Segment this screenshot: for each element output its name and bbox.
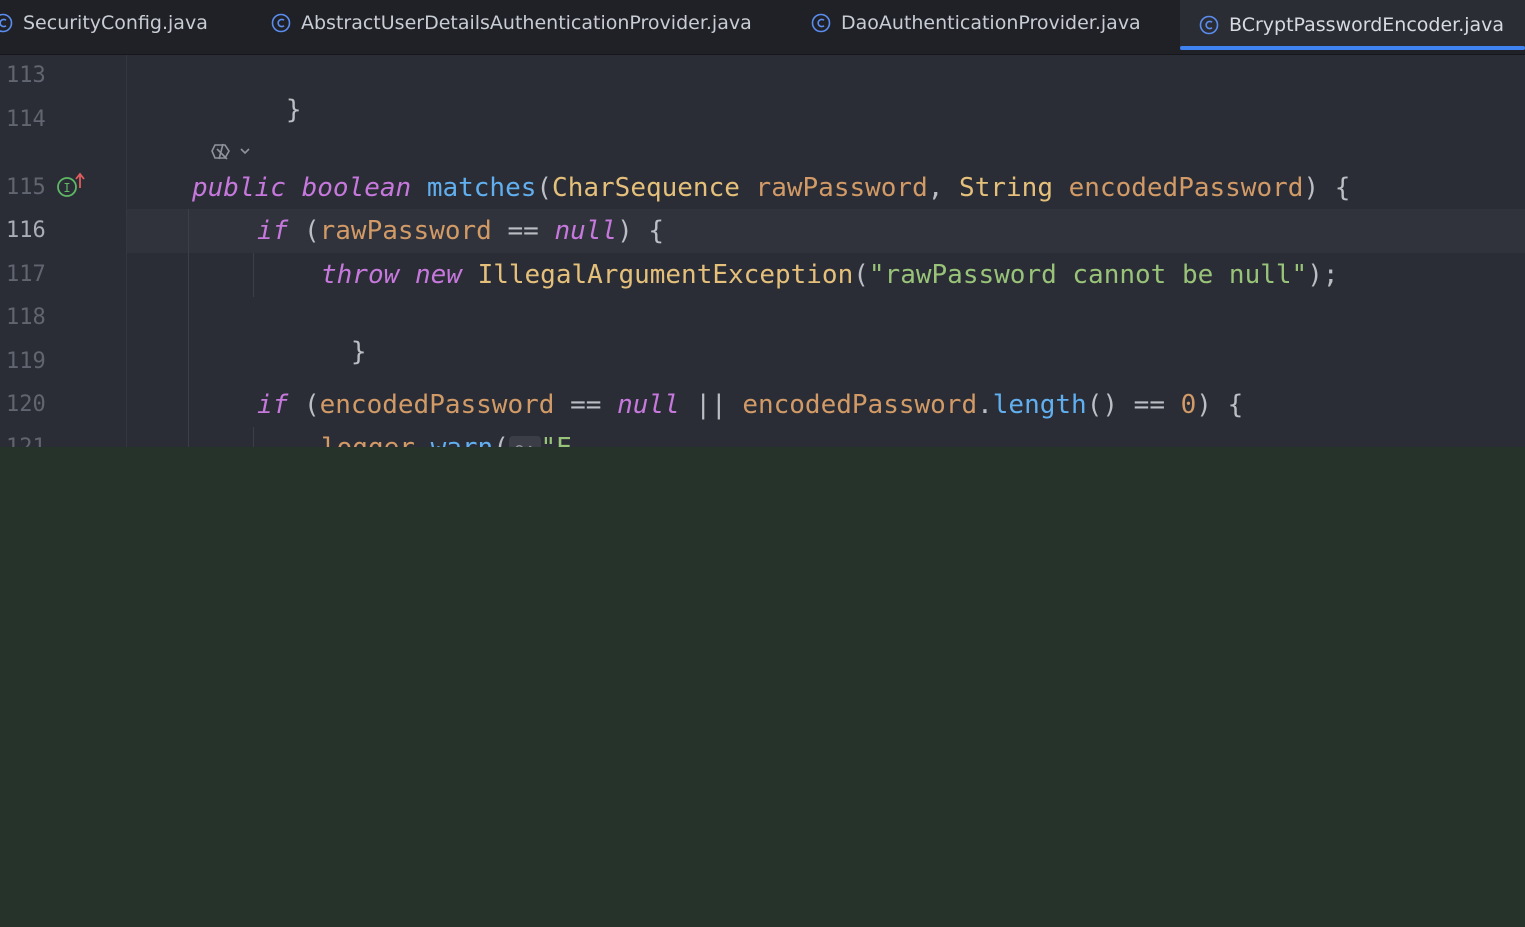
parameter: encodedPassword: [742, 390, 978, 420]
method-name: matches: [426, 173, 537, 203]
tab-abstract-user-details-provider[interactable]: AbstractUserDetailsAuthenticationProvide…: [270, 0, 752, 46]
line-number: 119: [6, 349, 46, 374]
line-number-current: 116: [6, 218, 46, 243]
keyword: throw: [321, 260, 400, 290]
tab-label: SecurityConfig.java: [23, 12, 208, 34]
line-number: 120: [6, 392, 46, 417]
keyword: null: [617, 390, 680, 420]
java-class-icon: [811, 13, 831, 33]
parameter: rawPassword: [319, 216, 492, 246]
line-number: 115: [6, 175, 46, 200]
line-number: 113: [6, 63, 46, 88]
tab-security-config[interactable]: SecurityConfig.java: [0, 0, 208, 46]
line-number: 118: [6, 305, 46, 330]
tab-dao-authentication-provider[interactable]: DaoAuthenticationProvider.java: [810, 0, 1141, 46]
string-literal: "rawPassword cannot be null": [868, 260, 1308, 290]
empty-lower-panel: [0, 447, 1525, 927]
keyword: new: [414, 260, 462, 290]
keyword: if: [257, 390, 289, 420]
active-tab-indicator: [1180, 46, 1525, 50]
code-line-121[interactable]: logger.warn(o:"E: [321, 431, 572, 447]
indent-guide: [188, 209, 189, 447]
code-line-113[interactable]: }: [192, 59, 302, 125]
keyword: if: [257, 216, 289, 246]
ide-window: SecurityConfig.java AbstractUserDetailsA…: [0, 0, 1525, 927]
java-class-icon: [1199, 15, 1219, 35]
tab-label: DaoAuthenticationProvider.java: [841, 12, 1141, 34]
indent-guide: [253, 427, 254, 447]
tab-label: BCryptPasswordEncoder.java: [1229, 14, 1505, 36]
keyword: boolean: [301, 173, 412, 203]
code-line-117[interactable]: throw new IllegalArgumentException("rawP…: [321, 258, 1339, 292]
code-line-116[interactable]: if (rawPassword == null) {: [257, 214, 664, 248]
line-number: 117: [6, 262, 46, 287]
method-name: warn: [431, 433, 494, 447]
java-class-icon: [0, 13, 13, 33]
parameter-name-hint: o:: [508, 436, 541, 447]
code-line-118[interactable]: }: [257, 301, 367, 367]
keyword: null: [554, 216, 618, 246]
type-name: CharSequence: [552, 173, 740, 203]
java-class-icon: [271, 13, 291, 33]
keyword: public: [192, 173, 286, 203]
number-literal: 0: [1180, 390, 1197, 420]
indent-guide: [253, 253, 254, 297]
gutter-separator: [126, 55, 127, 447]
field-name: logger: [321, 433, 415, 447]
type-name: IllegalArgumentException: [477, 260, 854, 290]
tab-label: AbstractUserDetailsAuthenticationProvide…: [301, 12, 752, 34]
editor-tab-bar: SecurityConfig.java AbstractUserDetailsA…: [0, 0, 1525, 55]
svg-text:I: I: [63, 181, 70, 195]
implements-method-icon[interactable]: I: [55, 172, 89, 200]
parameter: encodedPassword: [1068, 173, 1304, 203]
type-name: String: [959, 173, 1053, 203]
line-number: 114: [6, 107, 46, 132]
method-name: length: [992, 390, 1087, 420]
code-editor[interactable]: 113 114 115 116 117 118 119 120 121 I } …: [0, 55, 1525, 447]
parameter: encodedPassword: [319, 390, 555, 420]
code-line-120[interactable]: if (encodedPassword == null || encodedPa…: [257, 388, 1243, 422]
parameter: rawPassword: [755, 173, 928, 203]
line-number: 121: [6, 433, 56, 447]
code-line-115[interactable]: public boolean matches(CharSequence rawP…: [192, 171, 1350, 205]
string-literal: "E: [541, 433, 572, 447]
tab-bcrypt-password-encoder[interactable]: BCryptPasswordEncoder.java: [1180, 0, 1525, 50]
